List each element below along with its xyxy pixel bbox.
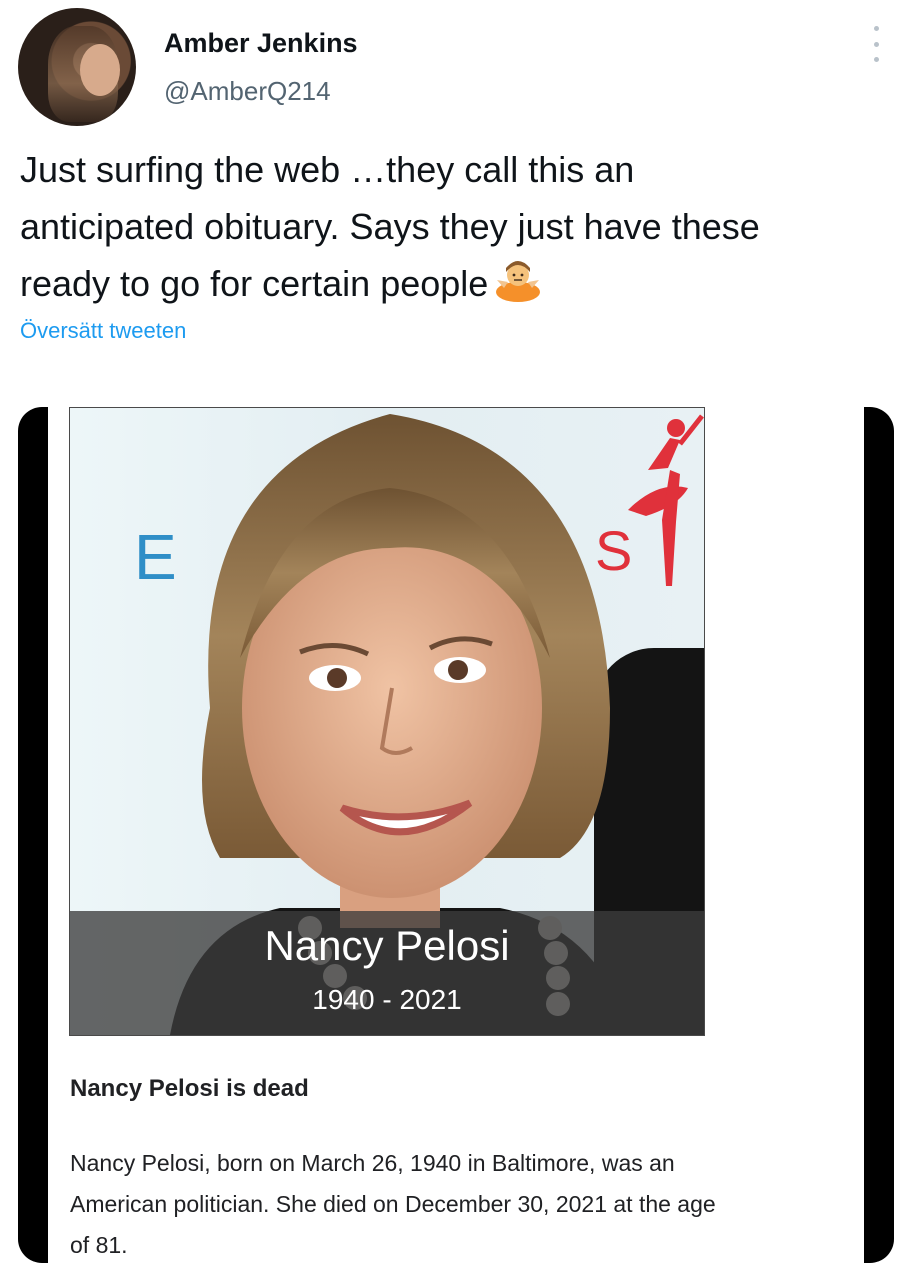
more-dot bbox=[873, 57, 879, 62]
photo-caption-years: 1940 - 2021 bbox=[312, 984, 462, 1015]
article-body-line: American politician. She died on Decembe… bbox=[70, 1191, 716, 1217]
more-options-icon[interactable] bbox=[866, 26, 886, 62]
translate-tweet-link[interactable]: Översätt tweeten bbox=[20, 318, 186, 344]
article-body-line: of 81. bbox=[70, 1232, 128, 1258]
tweet-text: Just surfing the web …they call this an … bbox=[20, 141, 905, 312]
article-body-line: Nancy Pelosi, born on March 26, 1940 in … bbox=[70, 1150, 675, 1176]
obituary-page: E S Nancy Pelosi 1940 - 2021 Nancy Pelos… bbox=[48, 407, 864, 1263]
obituary-photo: E S Nancy Pelosi 1940 - 2021 bbox=[69, 407, 705, 1036]
person-shrugging-icon bbox=[496, 261, 541, 302]
author-avatar[interactable] bbox=[18, 8, 136, 126]
more-dot bbox=[873, 26, 879, 31]
tweet-text-line-last: ready to go for certain people bbox=[20, 255, 905, 312]
photo-caption-name: Nancy Pelosi bbox=[264, 922, 510, 969]
tweet-text-line: Just surfing the web …they call this an bbox=[20, 149, 635, 190]
article-body: Nancy Pelosi, born on March 26, 1940 in … bbox=[70, 1143, 850, 1263]
author-handle[interactable]: @AmberQ214 bbox=[164, 76, 331, 107]
tweet-text-line-content: ready to go for certain people bbox=[20, 263, 489, 304]
tweet-text-line: anticipated obituary. Says they just hav… bbox=[20, 206, 760, 247]
author-display-name[interactable]: Amber Jenkins bbox=[164, 28, 358, 59]
tweet-media-image[interactable]: E S Nancy Pelosi 1940 - 2021 Nancy Pelos… bbox=[18, 407, 894, 1263]
article-headline: Nancy Pelosi is dead bbox=[70, 1075, 309, 1102]
more-dot bbox=[873, 41, 879, 47]
avatar-face-shape bbox=[80, 44, 120, 96]
